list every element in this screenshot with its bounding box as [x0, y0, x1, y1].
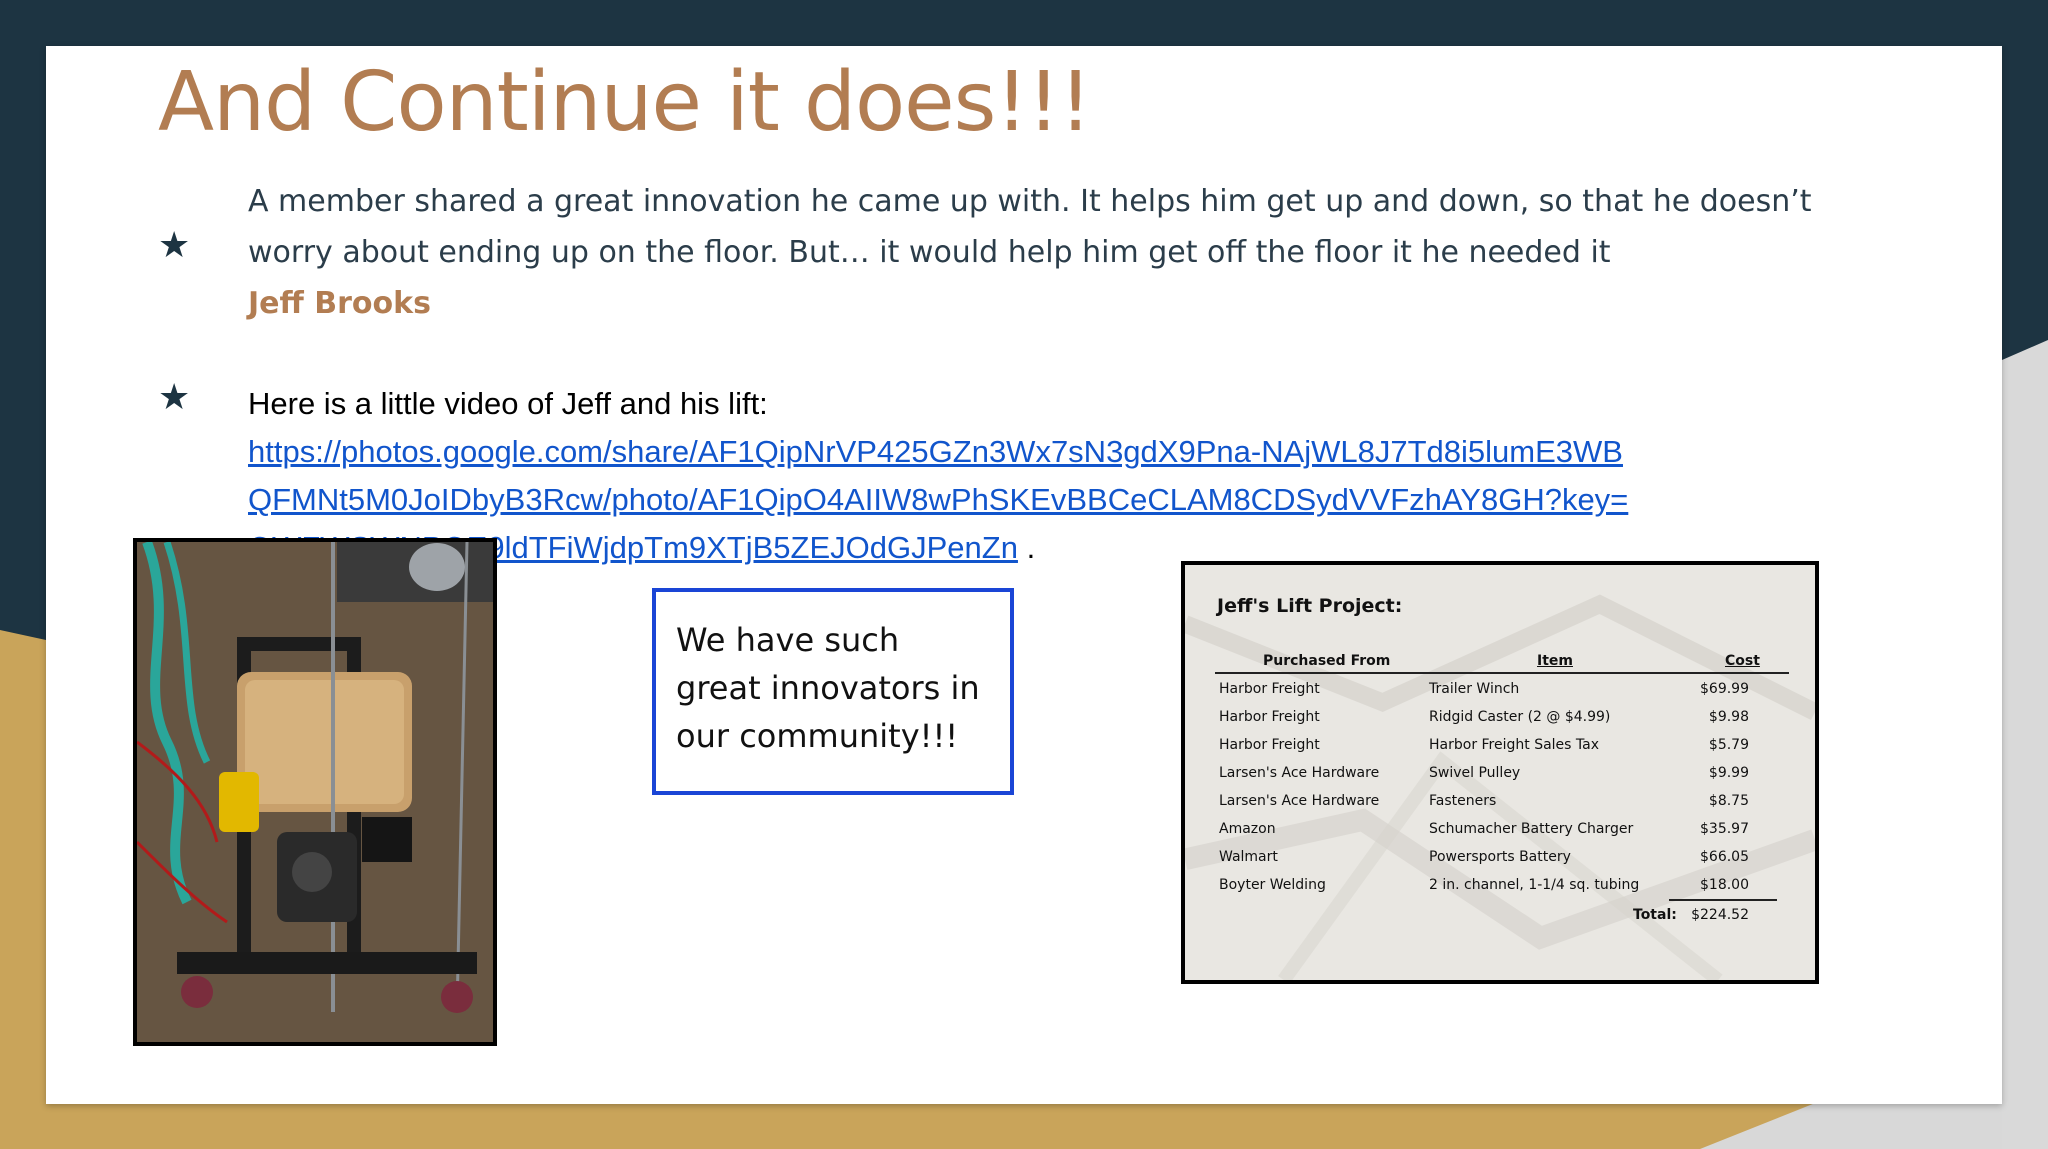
row-from: Larsen's Ace Hardware: [1219, 765, 1380, 781]
row-cost: $18.00: [1700, 877, 1749, 893]
video-intro: Here is a little video of Jeff and his l…: [248, 386, 768, 421]
star-bullet-icon: ★: [158, 377, 191, 418]
bullet-1-text: A member shared a great innovation he ca…: [248, 176, 1848, 329]
table-row: Walmart Powersports Battery $66.05: [1185, 849, 1815, 877]
row-cost: $9.98: [1708, 709, 1749, 725]
slide-title: And Continue it does!!!: [158, 55, 1092, 150]
table-row: Harbor Freight Ridgid Caster (2 @ $4.99)…: [1185, 709, 1815, 737]
table-row: Larsen's Ace Hardware Swivel Pulley $9.9…: [1185, 765, 1815, 793]
row-from: Harbor Freight: [1219, 681, 1320, 697]
receipt-title: Jeff's Lift Project:: [1217, 595, 1403, 617]
table-row: Harbor Freight Trailer Winch $69.99: [1185, 681, 1815, 709]
row-cost: $8.75: [1708, 793, 1749, 809]
table-row: Harbor Freight Harbor Freight Sales Tax …: [1185, 737, 1815, 765]
total-rule: [1669, 899, 1777, 901]
video-link-line-2[interactable]: QFMNt5M0JoIDbyB3Rcw/photo/AF1QipO4AIIW8w…: [248, 476, 1848, 524]
row-cost: $66.05: [1700, 849, 1749, 865]
row-item: Harbor Freight Sales Tax: [1429, 737, 1600, 753]
row-from: Amazon: [1219, 821, 1276, 837]
callout-box: We have such great innovators in our com…: [652, 588, 1014, 795]
row-item: Fasteners: [1429, 793, 1497, 809]
lift-photo-illustration: [137, 542, 493, 1042]
lift-photo: [133, 538, 497, 1046]
row-item: Swivel Pulley: [1429, 765, 1521, 781]
header-purchased-from: Purchased From: [1263, 653, 1391, 669]
row-from: Larsen's Ace Hardware: [1219, 793, 1380, 809]
total-label: Total:: [1633, 907, 1677, 923]
table-row: Amazon Schumacher Battery Charger $35.97: [1185, 821, 1815, 849]
bullet-1-body: A member shared a great innovation he ca…: [248, 184, 1812, 270]
row-cost: $35.97: [1700, 821, 1749, 837]
row-item: Trailer Winch: [1429, 681, 1520, 697]
header-cost: Cost: [1725, 653, 1760, 669]
row-item: Powersports Battery: [1429, 849, 1571, 865]
cost-receipt: Jeff's Lift Project: Purchased From Item…: [1181, 561, 1819, 984]
row-from: Boyter Welding: [1219, 877, 1326, 893]
row-item: 2 in. channel, 1-1/4 sq. tubing: [1429, 877, 1640, 893]
video-link-line-1[interactable]: https://photos.google.com/share/AF1QipNr…: [248, 428, 1848, 476]
star-bullet-icon: ★: [158, 225, 191, 266]
table-row: Larsen's Ace Hardware Fasteners $8.75: [1185, 793, 1815, 821]
row-from: Harbor Freight: [1219, 737, 1320, 753]
row-cost: $69.99: [1700, 681, 1749, 697]
row-cost: $5.79: [1708, 737, 1749, 753]
total-value: $224.52: [1691, 907, 1749, 923]
row-cost: $9.99: [1708, 765, 1749, 781]
header-item: Item: [1537, 653, 1573, 669]
row-from: Harbor Freight: [1219, 709, 1320, 725]
author-name: Jeff Brooks: [248, 286, 431, 321]
row-item: Ridgid Caster (2 @ $4.99): [1429, 709, 1611, 725]
link-trailing-period: .: [1026, 530, 1036, 565]
row-item: Schumacher Battery Charger: [1429, 821, 1634, 837]
header-rule: [1215, 672, 1789, 674]
row-from: Walmart: [1219, 849, 1278, 865]
